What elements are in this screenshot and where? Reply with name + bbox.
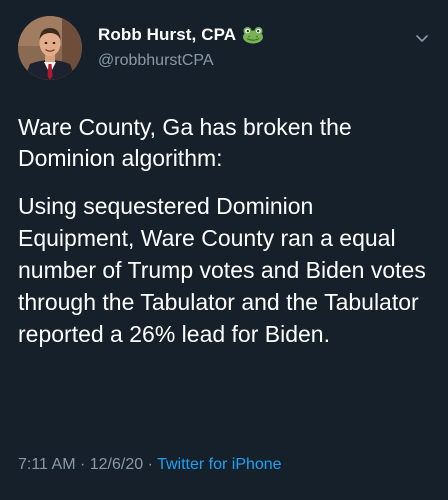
tweet-metadata: 7:11 AM · 12/6/20 · Twitter for iPhone <box>18 456 282 474</box>
frog-emoji-icon <box>242 26 264 44</box>
display-name[interactable]: Robb Hurst, CPA <box>98 25 236 45</box>
avatar-image <box>18 16 82 80</box>
tweet-date[interactable]: 12/6/20 <box>90 456 143 473</box>
author-block: Robb Hurst, CPA @robbhurstCPA <box>98 24 264 70</box>
tweet-text: Ware County, Ga has broken the Dominion … <box>18 112 430 350</box>
tweet-time[interactable]: 7:11 AM <box>18 456 76 473</box>
metadata-separator: · <box>79 456 86 473</box>
metadata-separator: · <box>147 456 153 473</box>
user-handle[interactable]: @robbhurstCPA <box>98 52 264 70</box>
tweet-text-paragraph: Ware County, Ga has broken the Dominion … <box>18 114 352 171</box>
tweet-text-paragraph: Using sequestered Dominion Equipment, Wa… <box>18 193 426 347</box>
tweet-header: Robb Hurst, CPA @robbhurstCPA <box>18 16 432 82</box>
chevron-down-icon[interactable] <box>414 30 430 46</box>
tweet: Robb Hurst, CPA @robbhurstCPA Ware Count… <box>0 0 448 500</box>
avatar[interactable] <box>18 16 82 80</box>
tweet-source-link[interactable]: Twitter for iPhone <box>157 456 282 473</box>
display-name-row: Robb Hurst, CPA <box>98 24 264 46</box>
